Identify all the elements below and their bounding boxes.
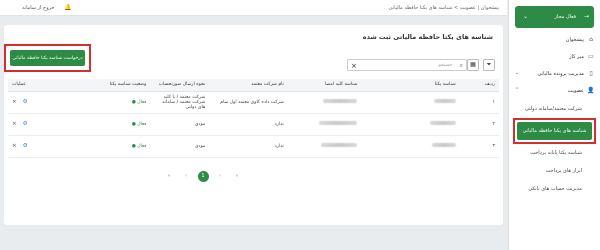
breadcrumb[interactable]: پیشخوان | عضویت > شناسه های یکتا حافظه م… xyxy=(389,5,499,11)
request-tax-id-button[interactable]: درخواست شناسه یکتا حافظه مالیاتی xyxy=(10,50,85,66)
delete-icon[interactable]: × xyxy=(12,143,17,149)
desk-icon: ▭ xyxy=(588,53,594,60)
delete-icon[interactable]: × xyxy=(12,99,17,105)
settings-icon[interactable]: ⚙ xyxy=(23,99,28,105)
settings-icon[interactable]: ⚙ xyxy=(23,143,28,149)
redacted-key-id xyxy=(319,121,358,125)
home-icon: ⌂ xyxy=(589,36,593,43)
redacted-key-id xyxy=(323,99,358,103)
col-key-id: شناسه کلید امضا xyxy=(287,79,362,92)
filter-icon[interactable]: ⏷ xyxy=(483,59,495,71)
user-icon: 👤 xyxy=(587,87,595,94)
table-row: × ⚙ ● فعال شرکت معتمد / با کلید شرکت معتم… xyxy=(8,91,499,114)
page-title: شناسه های یکتا حافظه مالیاتی ثبت شده xyxy=(362,33,493,41)
sidebar-subitem-payment-tools[interactable]: ابزار های پرداخت xyxy=(509,162,600,180)
sidebar-subitem-label: شناسه یکتا پایانه پرداخت xyxy=(530,150,582,156)
settings-icon[interactable]: ⚙ xyxy=(23,121,28,127)
search-icon: ⌕ xyxy=(459,62,463,69)
col-ops: عملیات xyxy=(8,79,53,92)
table-header-row: عملیات وضعیت شناسه یکتا نحوه ارسال صورتح… xyxy=(8,79,499,92)
first-page-icon[interactable]: « xyxy=(164,171,175,182)
columns-icon[interactable]: ▦ xyxy=(467,59,479,71)
chevron-down-icon: ⌄ xyxy=(515,70,520,76)
status-badge[interactable]: فعال xyxy=(137,100,146,105)
sidebar-item-tax-file[interactable]: ⌄ ▯ مدیریت پرونده مالیاتی xyxy=(509,66,600,83)
status-badge[interactable]: فعال xyxy=(137,122,146,127)
top-bar: 🔔 خروج از سامانه پیشخوان | عضویت > شناسه… xyxy=(0,0,507,16)
sidebar-subitem-tax-memory-ids[interactable]: شناسه های یکتا حافظه مالیاتی xyxy=(513,118,596,144)
bell-icon[interactable]: 🔔 xyxy=(64,4,71,11)
sidebar-item-label: مدیریت پرونده مالیاتی xyxy=(537,71,584,77)
request-button-highlight: درخواست شناسه یکتا حافظه مالیاتی xyxy=(4,44,91,72)
chevron-down-icon: ⌄ xyxy=(523,13,529,20)
sidebar-item-label: میز کار xyxy=(569,54,584,60)
status-label: فعال مجاز xyxy=(554,14,576,20)
sidebar-item-label: پیشخوان xyxy=(565,37,584,43)
arrow-right-icon[interactable]: → xyxy=(584,13,589,20)
col-row: ردیف xyxy=(459,79,499,92)
delete-icon[interactable]: × xyxy=(12,121,17,127)
sidebar-status-header[interactable]: ⌄ فعال مجاز → xyxy=(515,6,594,28)
col-status: وضعیت شناسه یکتا xyxy=(52,79,151,92)
chevron-up-icon: ⌃ xyxy=(515,87,520,93)
clear-icon[interactable]: × xyxy=(351,62,357,70)
redacted-key-id xyxy=(321,143,358,147)
table-row: × ⚙ ● فعال مودی ندارد ۳ xyxy=(8,135,499,158)
sidebar-subitem-label: ابزار های پرداخت xyxy=(545,168,582,174)
sidebar-item-desk[interactable]: ▭ میز کار xyxy=(509,49,600,66)
prev-page-icon[interactable]: ‹ xyxy=(181,171,192,182)
toolbar: ▦ ⏷ xyxy=(467,59,495,71)
redacted-unique-id xyxy=(433,99,456,103)
current-page[interactable]: 1 xyxy=(197,171,209,182)
last-page-icon[interactable]: » xyxy=(232,171,243,182)
status-dot-icon: ● xyxy=(131,143,136,149)
redacted-unique-id xyxy=(429,121,456,125)
cell-index: ۳ xyxy=(459,135,499,158)
sidebar: ⌄ فعال مجاز → ⌂ پیشخوان ▭ میز کار ⌄ ▯ مد… xyxy=(508,0,600,250)
col-unique-id: شناسه یکتا xyxy=(361,79,460,92)
sidebar-item-label: عضویت xyxy=(567,88,584,94)
sidebar-subitem-label: مدیریت حساب های بانکی xyxy=(528,186,582,192)
sidebar-item-membership[interactable]: ⌃ 👤 عضویت xyxy=(509,83,600,100)
redacted-unique-id xyxy=(431,143,456,147)
sidebar-subitem-bank-accounts[interactable]: مدیریت حساب های بانکی xyxy=(509,180,600,198)
sidebar-subitem-label: شرکت معتمد/سامانه دولتی xyxy=(524,106,582,112)
main-card: شناسه های یکتا حافظه مالیاتی ثبت شده درخ… xyxy=(4,25,503,225)
search-box[interactable]: × جستجو ⌕ xyxy=(347,59,467,71)
col-company: نام شرکت معتمد xyxy=(209,79,288,92)
cell-index: ۲ xyxy=(459,113,499,136)
col-method: نحوه ارسال صورتحساب xyxy=(150,79,210,92)
cell-index: ۱ xyxy=(459,91,499,114)
cell-company: ندارد xyxy=(209,113,288,136)
status-badge[interactable]: فعال xyxy=(137,144,146,149)
cell-company: شرکت داده کاوی معتمد اول سام xyxy=(209,91,288,114)
sidebar-subitem-label: شناسه های یکتا حافظه مالیاتی xyxy=(517,122,592,140)
sidebar-subitem-trusted-company[interactable]: شرکت معتمد/سامانه دولتی xyxy=(509,100,600,118)
file-icon: ▯ xyxy=(589,70,593,77)
exit-link[interactable]: خروج از سامانه xyxy=(22,5,54,11)
search-input[interactable]: جستجو xyxy=(439,63,452,68)
status-dot-icon: ● xyxy=(131,121,136,127)
pagination: « ‹ 1 › » xyxy=(164,171,243,182)
sidebar-subitem-payment-terminal[interactable]: شناسه یکتا پایانه پرداخت xyxy=(509,144,600,162)
tax-id-table: عملیات وضعیت شناسه یکتا نحوه ارسال صورتح… xyxy=(8,79,499,158)
status-dot-icon: ● xyxy=(131,99,136,105)
sidebar-item-dashboard[interactable]: ⌂ پیشخوان xyxy=(509,32,600,49)
cell-method: مودی xyxy=(150,113,210,136)
cell-company: ندارد xyxy=(209,135,288,158)
table-row: × ⚙ ● فعال مودی ندارد ۲ xyxy=(8,113,499,136)
cell-method: مودی xyxy=(150,135,210,158)
cell-method: شرکت معتمد / با کلید شرکت معتمد / سامانه… xyxy=(150,91,210,114)
next-page-icon[interactable]: › xyxy=(215,171,226,182)
